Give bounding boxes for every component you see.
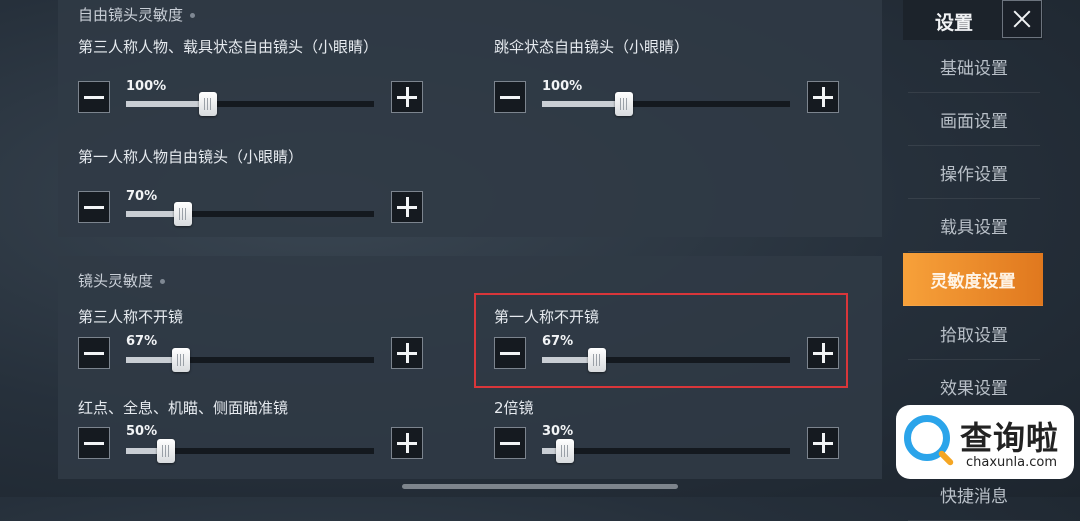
slider-thumb[interactable]: [199, 92, 217, 116]
row-label-2x-scope: 2倍镜: [494, 399, 534, 417]
minus-icon: [84, 95, 104, 99]
slider-thumb[interactable]: [157, 439, 175, 463]
watermark: 查询啦 chaxunla.com: [896, 405, 1074, 479]
section-title-lens: 镜头灵敏度: [78, 270, 166, 291]
slider-value: 100%: [126, 79, 167, 94]
slider-thumb[interactable]: [174, 202, 192, 226]
decrease-button[interactable]: [78, 81, 110, 113]
sidebar-item-pickup[interactable]: 拾取设置: [908, 307, 1040, 360]
sidebar-item-controls[interactable]: 操作设置: [908, 146, 1040, 199]
section-title-free-camera: 自由镜头灵敏度: [78, 4, 196, 25]
sidebar-item-graphics[interactable]: 画面设置: [908, 93, 1040, 146]
search-logo-icon: [904, 415, 950, 461]
slider-tpp-vehicle-free[interactable]: [126, 92, 374, 116]
sidebar-title: 设置: [935, 12, 974, 34]
minus-icon: [84, 441, 104, 445]
row-label-fpp-free: 第一人称人物自由镜头（小眼睛）: [78, 148, 304, 166]
minus-icon: [500, 441, 520, 445]
slider-thumb[interactable]: [556, 439, 574, 463]
increase-button[interactable]: [391, 191, 423, 223]
sidebar-header: 设置: [903, 0, 1043, 40]
sidebar-item-basic[interactable]: 基础设置: [908, 40, 1040, 93]
row-label-parachute-free: 跳伞状态自由镜头（小眼睛）: [494, 38, 690, 56]
slider-parachute-free[interactable]: [542, 92, 790, 116]
close-icon[interactable]: [1002, 0, 1042, 38]
decrease-button[interactable]: [78, 191, 110, 223]
slider-value: 70%: [126, 189, 158, 204]
slider-thumb[interactable]: [172, 348, 190, 372]
decrease-button[interactable]: [78, 427, 110, 459]
slider-red-dot-holo[interactable]: [126, 439, 374, 463]
increase-button[interactable]: [391, 337, 423, 369]
plus-icon: [397, 87, 417, 107]
increase-button[interactable]: [391, 81, 423, 113]
increase-button[interactable]: [807, 427, 839, 459]
minus-icon: [84, 351, 104, 355]
minus-icon: [500, 95, 520, 99]
slider-value: 100%: [542, 79, 583, 94]
watermark-cn: 查询啦: [960, 419, 1060, 457]
row-label-red-dot-holo: 红点、全息、机瞄、侧面瞄准镜: [78, 399, 289, 417]
plus-icon: [397, 197, 417, 217]
slider-value: 50%: [126, 424, 158, 439]
slider-value: 67%: [126, 334, 158, 349]
plus-icon: [813, 87, 833, 107]
decrease-button[interactable]: [78, 337, 110, 369]
slider-tpp-no-scope[interactable]: [126, 348, 374, 372]
decrease-button[interactable]: [494, 427, 526, 459]
increase-button[interactable]: [391, 427, 423, 459]
slider-fpp-free[interactable]: [126, 202, 374, 226]
sidebar-item-sensitivity[interactable]: 灵敏度设置: [903, 253, 1043, 306]
highlight-box: [474, 293, 848, 388]
slider-value: 30%: [542, 424, 574, 439]
row-label-tpp-no-scope: 第三人称不开镜: [78, 308, 184, 326]
minus-icon: [84, 205, 104, 209]
plus-icon: [397, 433, 417, 453]
sidebar-item-vehicle[interactable]: 载具设置: [908, 199, 1040, 252]
slider-thumb[interactable]: [615, 92, 633, 116]
plus-icon: [397, 343, 417, 363]
increase-button[interactable]: [807, 81, 839, 113]
watermark-en: chaxunla.com: [966, 455, 1057, 470]
plus-icon: [813, 433, 833, 453]
row-label-tpp-vehicle-free: 第三人称人物、载具状态自由镜头（小眼睛）: [78, 38, 379, 56]
scroll-indicator[interactable]: [402, 484, 678, 489]
slider-2x-scope[interactable]: [542, 439, 790, 463]
decrease-button[interactable]: [494, 81, 526, 113]
